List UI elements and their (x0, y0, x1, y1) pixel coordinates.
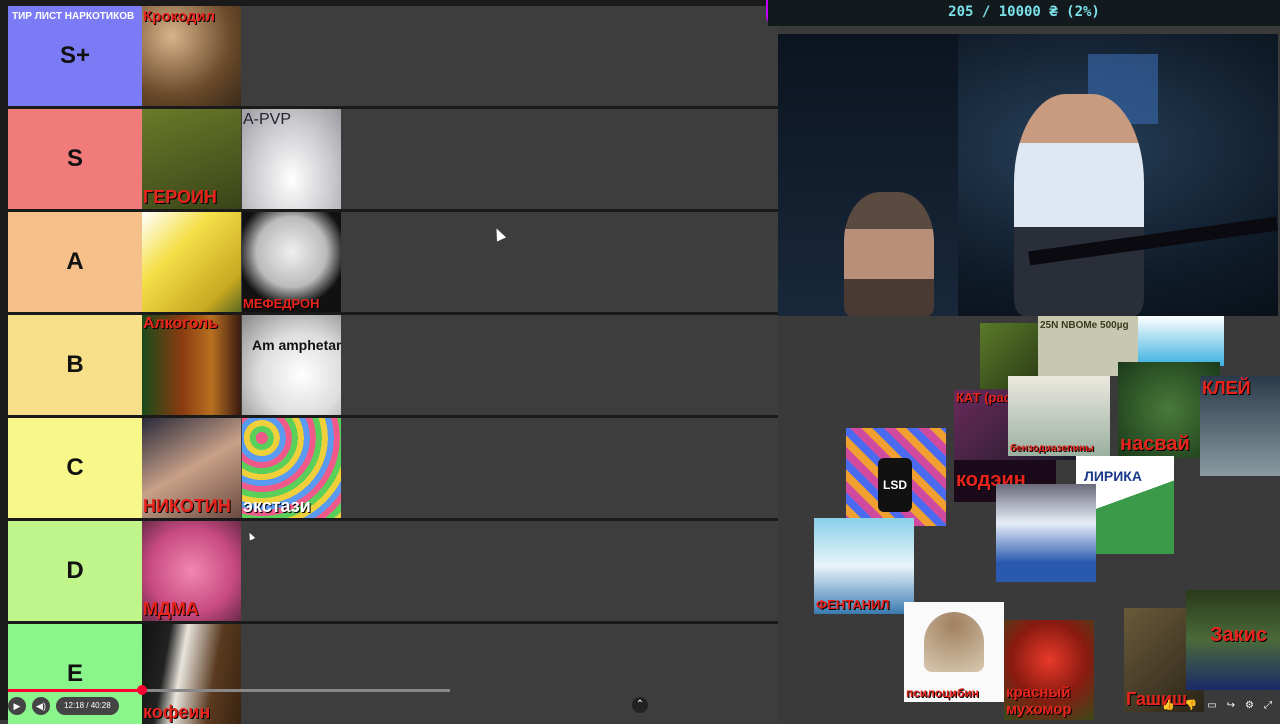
dislike-icon[interactable]: 👎 (1185, 700, 1197, 711)
like-icon[interactable]: 👍 (1162, 700, 1174, 711)
ketamine-image[interactable] (996, 484, 1096, 582)
time-display: 12:18 / 40:28 (56, 697, 119, 715)
comment-icon[interactable]: ▭ (1207, 700, 1216, 711)
donation-goal-bar: 205 / 10000 ₴ (2%) (768, 0, 1280, 26)
tier-row-a: A МЕФЕДРОН (8, 212, 778, 312)
apvp-image[interactable]: A-PVP (242, 109, 341, 209)
tier-label[interactable]: C (8, 418, 142, 518)
amphetamine-image[interactable]: Am amphetamine (242, 315, 341, 415)
seek-bar[interactable] (8, 685, 450, 695)
donation-goal-text: 205 / 10000 ₴ (2%) (948, 4, 1100, 20)
tier-list-title: ТИР ЛИСТ НАРКОТИКОВ (12, 11, 135, 22)
blue-crystals-image[interactable] (1138, 316, 1224, 366)
tier-label[interactable]: S (8, 109, 142, 209)
krokodil-image[interactable]: Крокодил (142, 6, 241, 106)
tier-label[interactable]: B (8, 315, 142, 415)
heroin-image[interactable]: ГЕРОИН (142, 109, 241, 209)
tier-label[interactable]: A (8, 212, 142, 312)
tier-row-d: D МДМА (8, 521, 778, 621)
clay-image[interactable]: КЛЕЙ (1200, 376, 1280, 476)
tier-row-s: S ГЕРОИН A-PVP (8, 109, 778, 209)
mushroom-shape (924, 612, 984, 672)
ecstasy-image[interactable]: экстази (242, 418, 341, 518)
streamer-person (1014, 94, 1144, 316)
zakis-image[interactable]: Закис (1186, 590, 1280, 690)
lsd-bottle: LSD (878, 458, 912, 512)
fullscreen-icon[interactable]: ⤢ (1264, 700, 1272, 711)
seek-bar-played (8, 689, 143, 692)
alcohol-image[interactable]: Алкоголь (142, 315, 241, 415)
fentanyl-image[interactable]: ФЕНТАНИЛ (814, 518, 914, 614)
lsd-image[interactable]: LSD (846, 428, 946, 526)
tier-label[interactable]: D (8, 521, 142, 621)
seek-bar-handle[interactable] (137, 685, 148, 695)
chevron-up-icon[interactable]: ⌃ (632, 697, 648, 713)
video-player-controls: ▶ ◀) 12:18 / 40:28 ⌃ 👍 👎 ▭ ↪ ⚙ ⤢ (0, 685, 1280, 720)
second-person (844, 192, 934, 316)
player-right-controls: 👍 👎 ▭ ↪ ⚙ ⤢ (1162, 700, 1272, 711)
benzodiazepine-image[interactable]: бензодиазепины (1008, 376, 1110, 456)
share-icon[interactable]: ↪ (1227, 700, 1235, 711)
tier-list-board: ТИР ЛИСТ НАРКОТИКОВ S+ Крокодил S ГЕРОИН… (0, 0, 778, 724)
tier-row-b: B Алкоголь Am amphetamine (8, 315, 778, 415)
volume-icon[interactable]: ◀) (32, 697, 50, 715)
play-button[interactable]: ▶ (8, 697, 26, 715)
tier-row-c: C НИКОТИН экстази (8, 418, 778, 518)
mephedrone-image[interactable]: МЕФЕДРОН (242, 212, 341, 312)
nicotine-image[interactable]: НИКОТИН (142, 418, 241, 518)
spice-image[interactable] (142, 212, 241, 312)
settings-icon[interactable]: ⚙ (1245, 700, 1254, 711)
webcam-feed (778, 34, 1278, 316)
mdma-image[interactable]: МДМА (142, 521, 241, 621)
